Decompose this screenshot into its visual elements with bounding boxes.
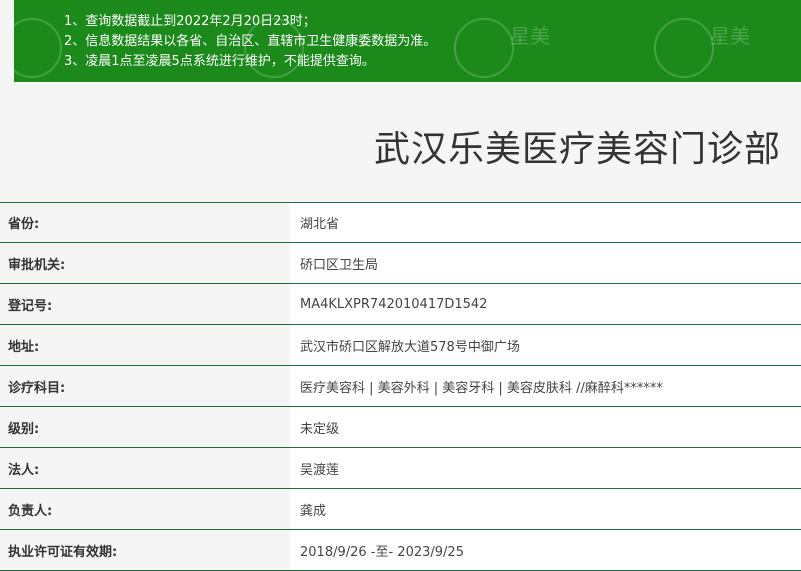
row-value: MA4KLXPR742010417D1542 (290, 284, 801, 324)
row-label: 法人: (0, 448, 290, 488)
notice-line: 3、凌晨1点至凌晨5点系统进行维护，不能提供查询。 (64, 54, 375, 69)
table-row: 诊疗科目: 医疗美容科 | 美容外科 | 美容牙科 | 美容皮肤科 //麻醉科*… (0, 366, 801, 407)
row-value: 未定级 (290, 407, 801, 447)
row-label: 负责人: (0, 489, 290, 529)
row-value: 2018/9/26 -至- 2023/9/25 (290, 530, 801, 570)
table-row: 省份: 湖北省 (0, 202, 801, 243)
notice-line: 2、信息数据结果以各省、自治区、直辖市卫生健康委数据为准。 (64, 34, 437, 49)
row-value: 武汉市硚口区解放大道578号中御广场 (290, 325, 801, 365)
row-value: 医疗美容科 | 美容外科 | 美容牙科 | 美容皮肤科 //麻醉科****** (290, 366, 801, 406)
row-value: 吴渡莲 (290, 448, 801, 488)
notice-banner: 星美 星美 1、查询数据截止到2022年2月20日23时； 2、信息数据结果以各… (14, 0, 801, 82)
row-label: 地址: (0, 325, 290, 365)
row-label: 登记号: (0, 284, 290, 324)
row-value: 硚口区卫生局 (290, 243, 801, 283)
row-label: 审批机关: (0, 243, 290, 283)
table-row: 审批机关: 硚口区卫生局 (0, 243, 801, 284)
row-value: 湖北省 (290, 203, 801, 242)
watermark-logo-icon (14, 18, 62, 78)
table-row: 级别: 未定级 (0, 407, 801, 448)
table-row: 地址: 武汉市硚口区解放大道578号中御广场 (0, 325, 801, 366)
row-label: 执业许可证有效期: (0, 530, 290, 570)
row-value: 龚成 (290, 489, 801, 529)
table-row: 执业许可证有效期: 2018/9/26 -至- 2023/9/25 (0, 530, 801, 571)
notice-line: 1、查询数据截止到2022年2月20日23时； (64, 14, 316, 29)
table-row: 法人: 吴渡莲 (0, 448, 801, 489)
table-row: 负责人: 龚成 (0, 489, 801, 530)
row-label: 省份: (0, 203, 290, 242)
row-label: 诊疗科目: (0, 366, 290, 406)
info-table: 省份: 湖北省 审批机关: 硚口区卫生局 登记号: MA4KLXPR742010… (0, 202, 801, 571)
page-title: 武汉乐美医疗美容门诊部 (373, 129, 781, 170)
row-label: 级别: (0, 407, 290, 447)
table-row: 登记号: MA4KLXPR742010417D1542 (0, 284, 801, 325)
